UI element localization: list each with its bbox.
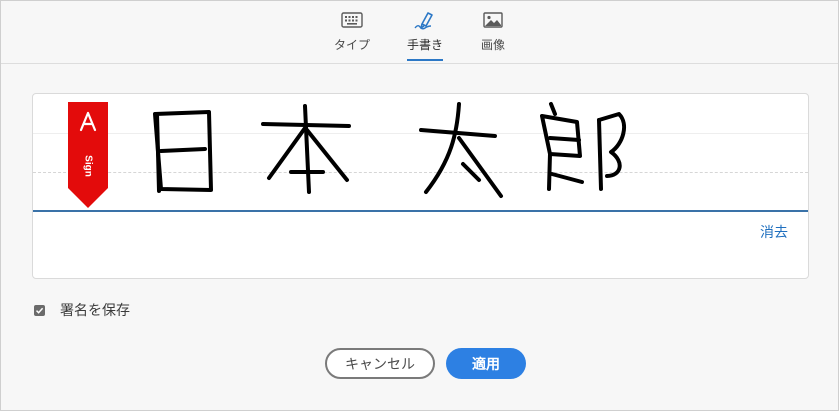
clear-signature-link[interactable]: 消去 <box>760 222 788 242</box>
keyboard-icon <box>341 12 363 28</box>
tab-bar: タイプ 手書き 画像 <box>1 1 838 64</box>
save-signature-row[interactable]: 署名を保存 <box>34 300 130 320</box>
tab-draw[interactable]: 手書き <box>395 9 455 63</box>
handwritten-signature <box>153 102 627 198</box>
pen-icon <box>414 12 433 30</box>
checkmark-icon <box>35 307 44 314</box>
signature-canvas[interactable]: Sign 消去 <box>32 93 809 279</box>
save-signature-label: 署名を保存 <box>60 303 130 319</box>
tab-draw-label: 手書き <box>406 38 443 52</box>
signature-dialog: タイプ 手書き 画像 Sign 消去 署名を保存 キャンセル 適用 <box>0 0 839 411</box>
cancel-button[interactable]: キャンセル <box>325 348 435 379</box>
save-signature-checkbox[interactable] <box>34 304 45 316</box>
tab-type-label: タイプ <box>333 38 370 52</box>
apply-button[interactable]: 適用 <box>446 348 526 379</box>
tab-type[interactable]: タイプ <box>322 9 382 63</box>
active-tab-indicator <box>407 59 443 61</box>
image-icon <box>483 12 503 28</box>
tab-image[interactable]: 画像 <box>463 9 523 63</box>
tab-image-label: 画像 <box>480 38 505 52</box>
